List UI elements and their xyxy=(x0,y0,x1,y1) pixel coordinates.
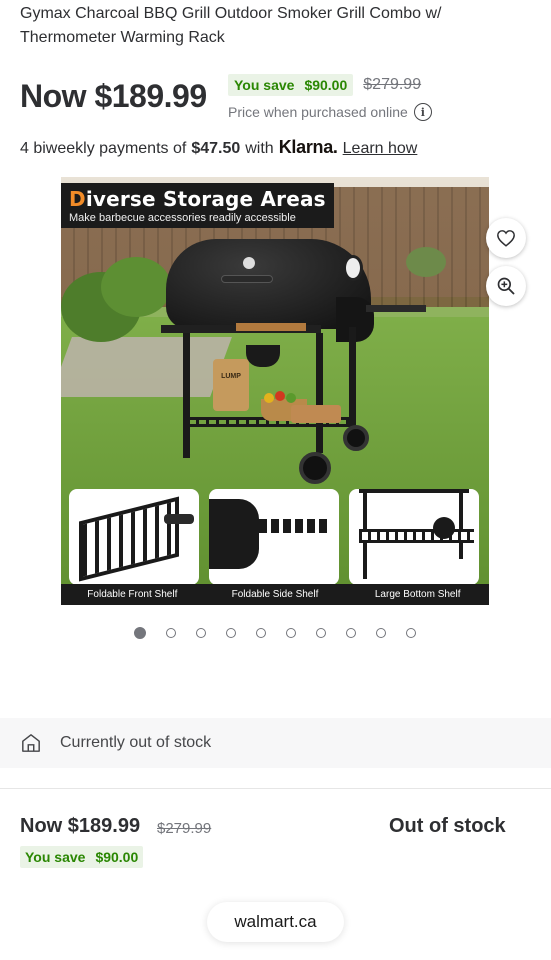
klarna-amount: $47.50 xyxy=(191,140,241,157)
current-price: Now $189.99 xyxy=(20,78,207,114)
grill-bucket xyxy=(246,345,280,367)
banner-title-accent: D xyxy=(69,187,86,211)
thumb-side-shelf xyxy=(209,489,339,585)
sticky-footer: Now $189.99 $279.99 Out of stock You sav… xyxy=(0,788,551,960)
carousel-dot[interactable] xyxy=(376,628,386,638)
caption-bottom-shelf: Large Bottom Shelf xyxy=(374,589,461,600)
klarna-logo: Klarna. xyxy=(278,137,338,157)
product-title: Gymax Charcoal BBQ Grill Outdoor Smoker … xyxy=(20,5,442,46)
image-path xyxy=(61,337,232,397)
grill-leg xyxy=(316,333,323,453)
learn-how-link[interactable]: Learn how xyxy=(343,140,418,158)
info-icon[interactable]: i xyxy=(413,103,432,121)
klarna-payment-row: 4 biweekly payments of $47.50 with Klarn… xyxy=(20,137,417,158)
hand-graphic xyxy=(164,514,194,524)
carousel-dot[interactable] xyxy=(346,628,356,638)
grill-side-table xyxy=(366,305,426,312)
vegetable xyxy=(275,391,285,401)
carousel-dot[interactable] xyxy=(134,627,146,639)
footer-price: Now $189.99 xyxy=(20,815,141,837)
grill-leg xyxy=(183,333,190,458)
footer-you-save-badge: You save $90.00 xyxy=(20,846,144,868)
footer-was-price: $279.99 xyxy=(157,820,212,837)
caption-strip: Foldable Front Shelf Foldable Side Shelf… xyxy=(61,584,489,605)
leg-graphic xyxy=(459,489,463,559)
heart-icon xyxy=(497,230,515,247)
you-save-badge: You save $90.00 xyxy=(228,74,354,96)
thumb-bottom-shelf xyxy=(349,489,479,585)
caption-side-shelf: Foldable Side Shelf xyxy=(231,589,319,600)
carousel-dot[interactable] xyxy=(226,628,236,638)
carousel-dot[interactable] xyxy=(166,628,176,638)
favorite-button[interactable] xyxy=(486,218,526,258)
price-note: Price when purchased online i xyxy=(228,103,432,121)
charcoal-bag: LUMP xyxy=(213,359,249,411)
image-bush xyxy=(406,247,446,277)
browser-url-bar[interactable]: walmart.ca xyxy=(207,902,344,942)
stock-status-text: Currently out of stock xyxy=(60,734,212,751)
you-save-label: You save xyxy=(234,77,295,93)
carousel-dot[interactable] xyxy=(256,628,266,638)
bottom-shelf-graphic xyxy=(359,529,474,543)
wood-logs xyxy=(291,405,341,423)
zoom-in-icon xyxy=(497,277,515,295)
zoom-button[interactable] xyxy=(486,266,526,306)
you-save-amount: $90.00 xyxy=(304,77,348,93)
carousel-dot[interactable] xyxy=(316,628,326,638)
banner-title: Diverse Storage Areas xyxy=(69,187,326,211)
image-banner: Diverse Storage Areas Make barbecue acce… xyxy=(61,183,334,228)
stock-status-bar: Currently out of stock xyxy=(0,718,551,768)
footer-you-save-amount: $90.00 xyxy=(95,849,139,865)
side-shelf-graphic xyxy=(259,519,329,533)
vegetable xyxy=(286,393,296,403)
carousel-dot[interactable] xyxy=(196,628,206,638)
image-bush xyxy=(101,257,171,317)
klarna-with: with xyxy=(245,140,274,157)
carousel-dot[interactable] xyxy=(406,628,416,638)
frame-graphic xyxy=(359,489,469,493)
store-icon xyxy=(22,734,40,752)
wheel-graphic xyxy=(433,517,455,539)
footer-you-save-label: You save xyxy=(25,849,86,865)
carousel-dots xyxy=(134,627,416,639)
was-price: $279.99 xyxy=(363,76,422,93)
product-image[interactable]: Diverse Storage Areas Make barbecue acce… xyxy=(61,177,489,605)
thermometer-icon xyxy=(243,257,255,269)
grill-handle xyxy=(221,275,273,283)
cutting-board xyxy=(236,323,306,331)
grill-vent xyxy=(343,255,363,281)
savings-row: You save $90.00 $279.99 xyxy=(228,74,421,96)
grill-wheel xyxy=(299,452,331,484)
thumb-front-shelf xyxy=(69,489,199,585)
firebox-graphic xyxy=(209,499,259,569)
grill-wheel xyxy=(343,425,369,451)
vegetable xyxy=(264,393,274,403)
carousel-dot[interactable] xyxy=(286,628,296,638)
banner-title-rest: iverse Storage Areas xyxy=(85,187,326,211)
price-note-text: Price when purchased online xyxy=(228,104,408,120)
shelf-graphic xyxy=(79,496,179,582)
footer-stock-status: Out of stock xyxy=(389,815,506,837)
caption-front-shelf: Foldable Front Shelf xyxy=(87,589,178,600)
klarna-prefix: 4 biweekly payments of xyxy=(20,140,187,157)
banner-subtitle: Make barbecue accessories readily access… xyxy=(69,212,296,224)
